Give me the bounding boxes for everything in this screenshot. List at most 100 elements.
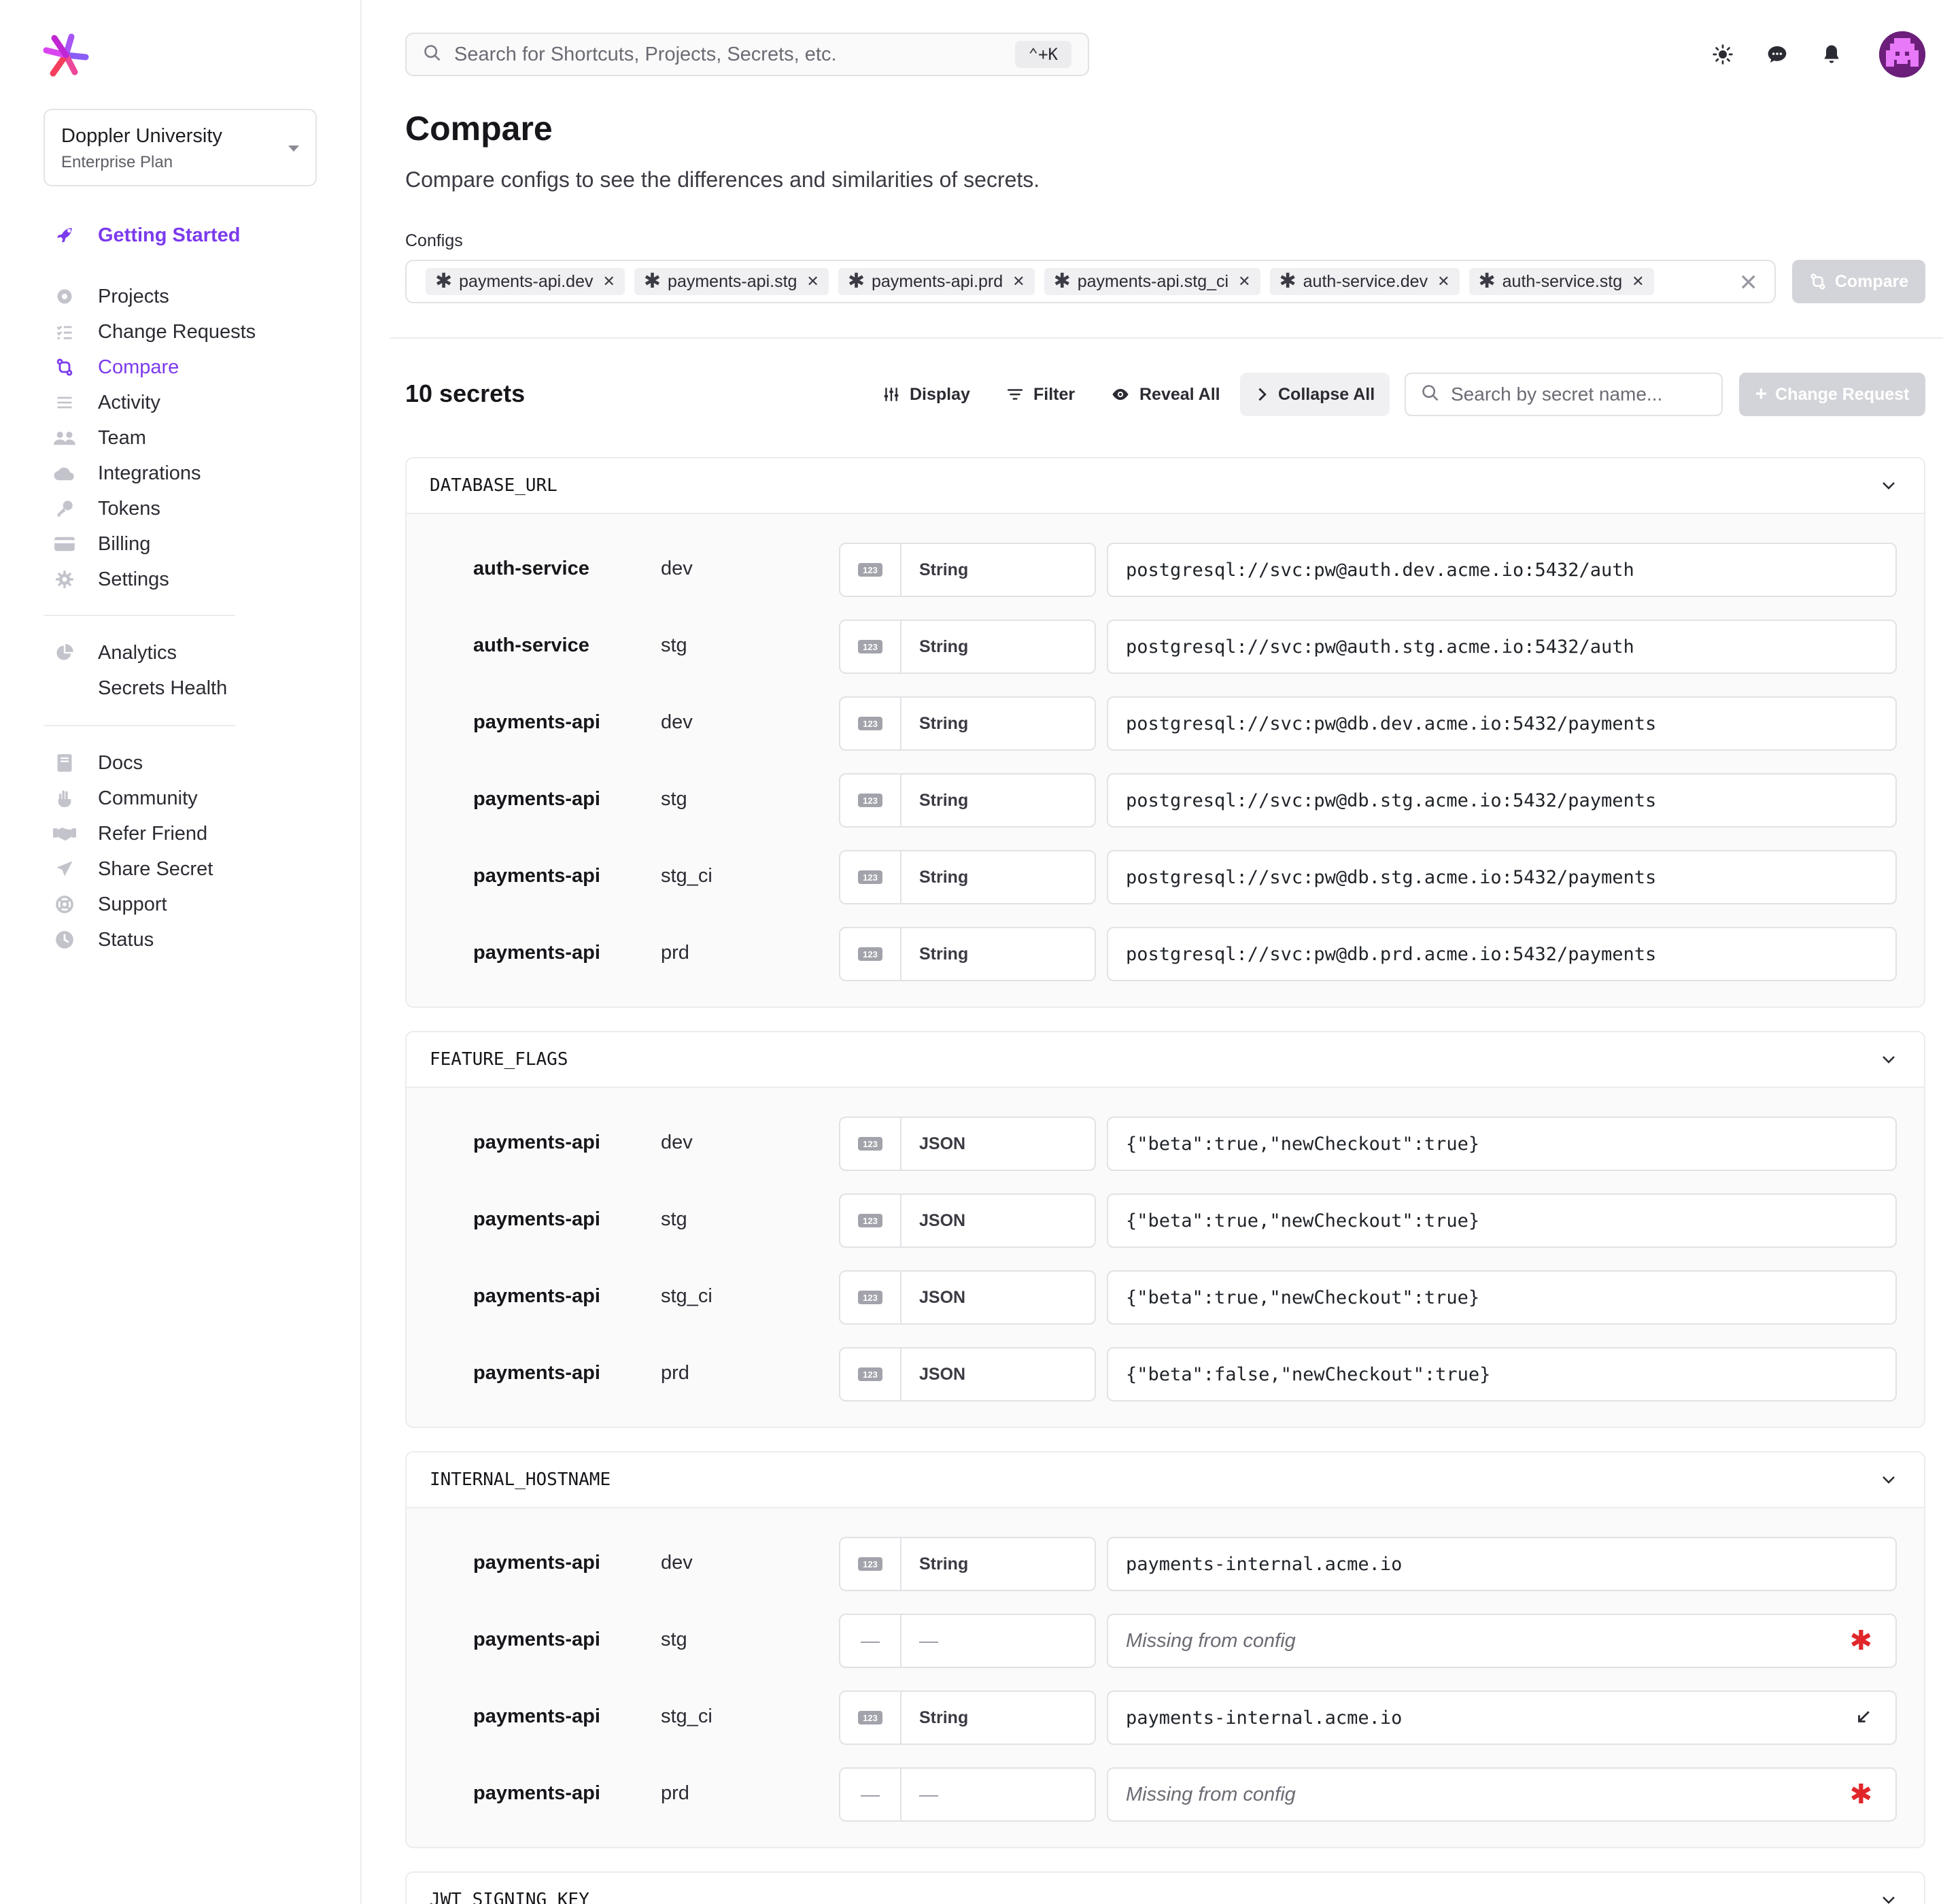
secret-value-field[interactable]: {"beta":true,"newCheckout":true} (1107, 1117, 1897, 1171)
type-selector[interactable]: — — (839, 1614, 1096, 1668)
secret-value-field[interactable]: Missing from config ✱ (1107, 1614, 1897, 1668)
filter-button[interactable]: Filter (991, 373, 1090, 416)
change-request-button[interactable]: + Change Request (1739, 373, 1925, 416)
secret-row: payments-api dev 123 JSON {"beta":true,"n… (407, 1117, 1924, 1171)
theme-toggle-icon[interactable] (1709, 41, 1736, 68)
hand-wave-icon (53, 787, 76, 810)
search-icon (1421, 384, 1440, 406)
nav-secrets-health[interactable]: Secrets Health (98, 672, 227, 704)
remove-chip-icon[interactable]: ✕ (602, 273, 615, 290)
nav-community[interactable]: Community (53, 782, 198, 815)
chat-icon[interactable] (1764, 41, 1791, 68)
type-selector[interactable]: 123 JSON (839, 1270, 1096, 1325)
config-chip-label: payments-api.stg (668, 271, 797, 291)
bell-icon[interactable] (1818, 41, 1845, 68)
workplace-switcher[interactable]: Doppler University Enterprise Plan (44, 109, 317, 186)
secret-value-field[interactable]: {"beta":true,"newCheckout":true} (1107, 1270, 1897, 1325)
chevron-down-icon[interactable] (1880, 1473, 1897, 1490)
global-search-input[interactable]: Search for Shortcuts, Projects, Secrets,… (405, 33, 1089, 76)
type-selector[interactable]: — — (839, 1767, 1096, 1822)
secret-value-field[interactable]: postgresql://svc:pw@auth.stg.acme.io:543… (1107, 619, 1897, 674)
secret-value-field[interactable]: postgresql://svc:pw@db.stg.acme.io:5432/… (1107, 850, 1897, 904)
config-chip-label: auth-service.stg (1502, 271, 1623, 291)
nav-settings[interactable]: Settings (53, 563, 169, 596)
nav-compare[interactable]: Compare (53, 351, 179, 384)
type-selector[interactable]: 123 String (839, 696, 1096, 751)
secret-value-field[interactable]: postgresql://svc:pw@db.prd.acme.io:5432/… (1107, 927, 1897, 981)
reveal-all-button[interactable]: Reveal All (1096, 373, 1235, 416)
type-selector[interactable]: 123 String (839, 1537, 1096, 1591)
remove-chip-icon[interactable]: ✕ (806, 273, 819, 290)
secret-value-field[interactable]: payments-internal.acme.io (1107, 1537, 1897, 1591)
type-selector[interactable]: 123 String (839, 619, 1096, 674)
page-description: Compare configs to see the differences a… (405, 167, 1040, 192)
type-selector[interactable]: 123 String (839, 850, 1096, 904)
row-project: payments-api (473, 1285, 600, 1307)
type-selector[interactable]: 123 JSON (839, 1347, 1096, 1401)
type-selector[interactable]: 123 String (839, 927, 1096, 981)
type-selector[interactable]: 123 String (839, 773, 1096, 828)
user-avatar[interactable] (1879, 31, 1925, 78)
collapse-all-button[interactable]: Collapse All (1240, 373, 1390, 416)
nav-analytics[interactable]: Analytics (53, 636, 177, 669)
sliders-icon (882, 386, 900, 403)
secret-value-field[interactable]: postgresql://svc:pw@db.stg.acme.io:5432/… (1107, 773, 1897, 828)
remove-chip-icon[interactable]: ✕ (1632, 273, 1644, 290)
secret-value-field[interactable]: Missing from config ✱ (1107, 1767, 1897, 1822)
config-icon: ✱ (435, 270, 453, 292)
list-icon (53, 391, 76, 414)
nav-status[interactable]: Status (53, 923, 154, 956)
secret-value-field[interactable]: postgresql://svc:pw@db.dev.acme.io:5432/… (1107, 696, 1897, 751)
config-chip: ✱ payments-api.dev ✕ (426, 268, 625, 295)
clear-all-icon[interactable]: ✕ (1739, 269, 1759, 296)
nav-change-requests[interactable]: Change Requests (53, 316, 256, 348)
type-selector[interactable]: 123 String (839, 1690, 1096, 1745)
display-button[interactable]: Display (868, 373, 985, 416)
secret-search-input[interactable]: Search by secret name... (1405, 373, 1723, 416)
secret-group-header[interactable]: DATABASE_URL (407, 458, 1924, 514)
nav-projects[interactable]: Projects (53, 280, 169, 313)
remove-chip-icon[interactable]: ✕ (1238, 273, 1250, 290)
type-selector[interactable]: 123 JSON (839, 1117, 1096, 1171)
secret-value: postgresql://svc:pw@db.dev.acme.io:5432/… (1126, 713, 1657, 734)
compare-button[interactable]: Compare (1792, 260, 1925, 303)
chevron-down-icon[interactable] (1880, 1893, 1897, 1904)
chevron-down-icon[interactable] (1880, 1053, 1897, 1070)
secret-group-header[interactable]: INTERNAL_HOSTNAME (407, 1452, 1924, 1508)
secret-value-field[interactable]: {"beta":true,"newCheckout":true} (1107, 1193, 1897, 1248)
chevron-down-icon[interactable] (1880, 479, 1897, 496)
type-badge-icon: 123 (858, 563, 882, 577)
handshake-icon (53, 822, 76, 845)
secret-group-header[interactable]: JWT_SIGNING_KEY (407, 1873, 1924, 1904)
nav-billing[interactable]: Billing (53, 528, 150, 560)
secret-value-field[interactable]: postgresql://svc:pw@auth.dev.acme.io:543… (1107, 543, 1897, 597)
nav-docs[interactable]: Docs (53, 747, 143, 779)
configs-multiselect[interactable]: ✱ payments-api.dev ✕ ✱ payments-api.stg ✕ ✱ p… (405, 260, 1776, 303)
secret-group-header[interactable]: FEATURE_FLAGS (407, 1032, 1924, 1088)
type-selector[interactable]: 123 JSON (839, 1193, 1096, 1248)
nav-label: Support (98, 893, 167, 915)
type-selector[interactable]: 123 String (839, 543, 1096, 597)
type-badge-icon: 123 (858, 1367, 882, 1381)
key-icon (53, 497, 76, 520)
row-project: payments-api (473, 1705, 600, 1727)
remove-chip-icon[interactable]: ✕ (1437, 273, 1449, 290)
row-environment: stg (661, 1629, 687, 1650)
nav-label: Share Secret (98, 857, 213, 880)
nav-getting-started[interactable]: Getting Started (53, 219, 240, 252)
secret-value-field[interactable]: payments-internal.acme.io (1107, 1690, 1897, 1745)
doppler-logo-icon[interactable] (42, 31, 90, 79)
inherited-arrow-icon (1855, 1708, 1872, 1729)
divider (390, 337, 1943, 339)
nav-support[interactable]: Support (53, 888, 167, 921)
nav-activity[interactable]: Activity (53, 386, 160, 419)
nav-refer-friend[interactable]: Refer Friend (53, 817, 207, 850)
nav-share-secret[interactable]: Share Secret (53, 853, 213, 885)
nav-integrations[interactable]: Integrations (53, 457, 201, 490)
nav-team[interactable]: Team (53, 422, 146, 454)
config-chip: ✱ auth-service.stg ✕ (1468, 268, 1654, 295)
nav-tokens[interactable]: Tokens (53, 492, 160, 525)
remove-chip-icon[interactable]: ✕ (1012, 273, 1025, 290)
secret-group: FEATURE_FLAGS payments-api dev 123 JSON {… (405, 1031, 1925, 1428)
secret-value-field[interactable]: {"beta":false,"newCheckout":true} (1107, 1347, 1897, 1401)
